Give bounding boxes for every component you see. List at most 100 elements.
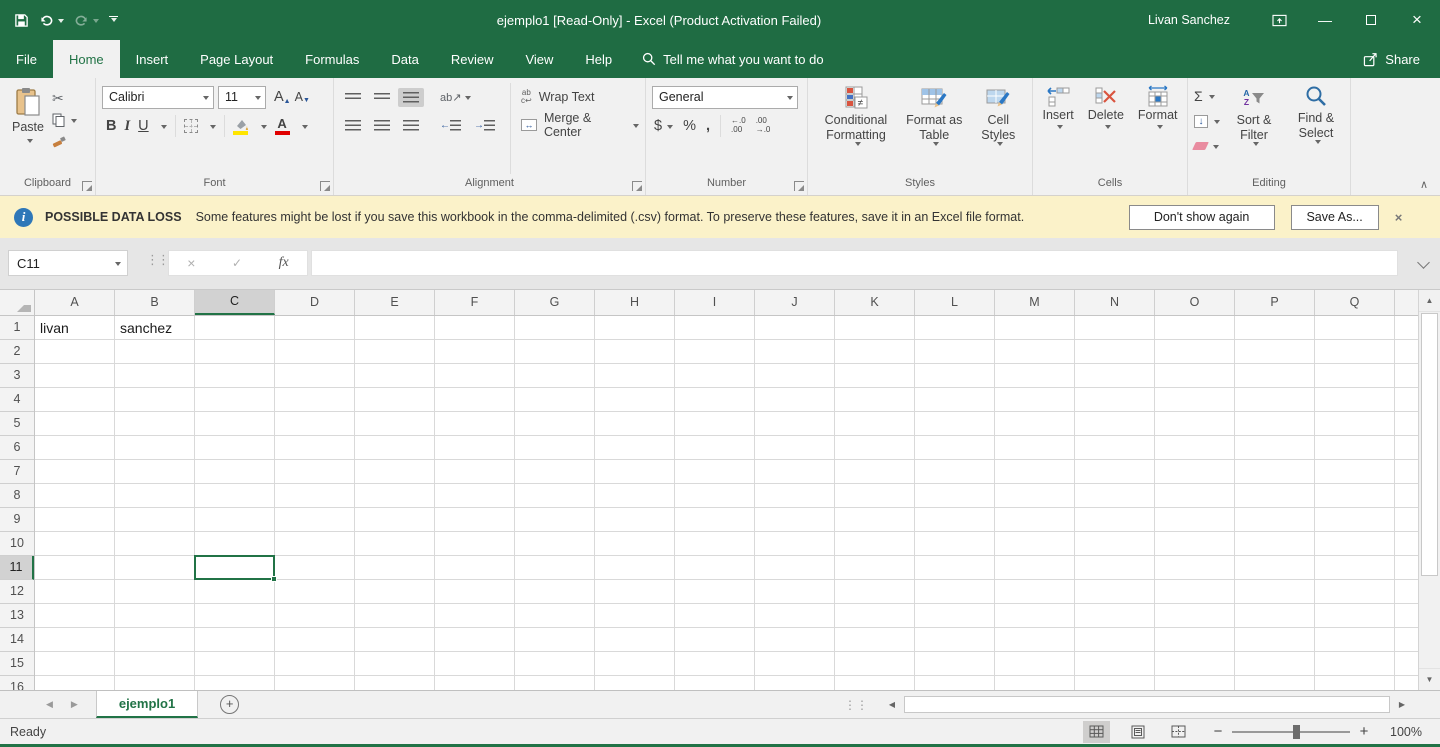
page-layout-view-button[interactable] [1124, 721, 1151, 743]
conditional-formatting-button[interactable]: ≠ Conditional Formatting [814, 83, 898, 174]
select-all-corner[interactable] [0, 290, 35, 316]
decrease-indent-button[interactable]: ← [435, 116, 466, 135]
row-header-6[interactable]: 6 [0, 436, 34, 460]
column-header-L[interactable]: L [915, 290, 995, 315]
row-header-12[interactable]: 12 [0, 580, 34, 604]
new-sheet-button[interactable]: + [220, 695, 240, 714]
horizontal-scrollbar[interactable]: ◀ ▶ [882, 695, 1412, 714]
undo-button[interactable] [39, 14, 64, 27]
collapse-ribbon-button[interactable]: ∧ [1420, 178, 1428, 191]
normal-view-button[interactable] [1083, 720, 1110, 743]
vertical-scrollbar[interactable]: ▲ ▼ [1418, 290, 1440, 690]
sheet-tab-ejemplo1[interactable]: ejemplo1 [95, 691, 199, 718]
ribbon-tab-page-layout[interactable]: Page Layout [184, 40, 289, 78]
increase-decimal-button[interactable]: ←.0.00 [731, 116, 746, 135]
column-header-N[interactable]: N [1075, 290, 1155, 315]
accounting-format-button[interactable]: $ [654, 118, 662, 134]
top-align-button[interactable] [340, 89, 366, 105]
formula-bar-resize-handle[interactable]: ⋮⋮ [146, 252, 170, 268]
wrap-text-button[interactable]: ab c↩ Wrap Text [521, 83, 639, 111]
selected-cell-C11[interactable] [194, 555, 277, 582]
ribbon-tab-help[interactable]: Help [569, 40, 628, 78]
column-header-E[interactable]: E [355, 290, 435, 315]
save-as-button[interactable]: Save As... [1290, 204, 1379, 230]
user-name[interactable]: Livan Sanchez [1148, 13, 1230, 27]
format-cells-button[interactable]: Format [1133, 83, 1183, 174]
insert-function-button[interactable]: fx [279, 255, 289, 271]
increase-font-size-button[interactable]: A ▲ [274, 89, 291, 105]
font-color-button[interactable]: A [274, 117, 290, 135]
row-header-10[interactable]: 10 [0, 532, 34, 556]
scroll-right-icon[interactable]: ▶ [1392, 695, 1412, 714]
number-format-select[interactable]: General [652, 85, 798, 109]
column-header-D[interactable]: D [275, 290, 355, 315]
column-header-K[interactable]: K [835, 290, 915, 315]
row-header-5[interactable]: 5 [0, 412, 34, 436]
row-header-8[interactable]: 8 [0, 484, 34, 508]
accounting-dropdown[interactable] [667, 124, 674, 132]
zoom-slider[interactable] [1232, 724, 1350, 739]
clear-button[interactable] [1192, 135, 1220, 157]
insert-cells-button[interactable]: Insert [1038, 83, 1079, 174]
copy-button[interactable] [52, 109, 77, 131]
ribbon-tab-file[interactable]: File [0, 40, 53, 78]
fill-handle[interactable] [271, 576, 277, 582]
column-header-H[interactable]: H [595, 290, 675, 315]
save-icon[interactable] [14, 13, 29, 28]
format-painter-button[interactable] [52, 131, 77, 153]
font-name-select[interactable]: Calibri [102, 85, 214, 109]
close-button[interactable]: × [1394, 0, 1440, 40]
decrease-decimal-button[interactable]: .00 →.0 [756, 116, 771, 135]
column-header-G[interactable]: G [515, 290, 595, 315]
comma-style-button[interactable]: , [706, 118, 710, 134]
number-dialog-launcher[interactable] [794, 181, 804, 191]
column-header-J[interactable]: J [755, 290, 835, 315]
column-header-M[interactable]: M [995, 290, 1075, 315]
borders-dropdown[interactable] [209, 124, 216, 132]
italic-button[interactable]: I [124, 118, 130, 135]
zoom-in-button[interactable]: + [1352, 723, 1376, 740]
share-button[interactable]: Share [1363, 40, 1440, 78]
formula-input[interactable] [311, 250, 1398, 276]
row-header-2[interactable]: 2 [0, 340, 34, 364]
decrease-font-size-button[interactable]: A ▼ [295, 90, 310, 104]
font-color-dropdown[interactable] [301, 124, 308, 132]
expand-formula-bar-icon[interactable] [1417, 256, 1430, 269]
ribbon-tab-data[interactable]: Data [375, 40, 434, 78]
alignment-dialog-launcher[interactable] [632, 181, 642, 191]
percent-style-button[interactable]: % [683, 118, 696, 134]
cell-styles-button[interactable]: Cell Styles [971, 83, 1026, 174]
column-header-partial[interactable] [1395, 290, 1418, 315]
redo-button[interactable] [74, 14, 99, 27]
customize-quick-access-icon[interactable] [109, 15, 118, 25]
row-header-9[interactable]: 9 [0, 508, 34, 532]
format-as-table-button[interactable]: Format as Table [900, 83, 969, 174]
scroll-left-icon[interactable]: ◀ [882, 695, 902, 714]
ribbon-tab-formulas[interactable]: Formulas [289, 40, 375, 78]
ribbon-display-options-icon[interactable] [1256, 0, 1302, 40]
column-header-Q[interactable]: Q [1315, 290, 1395, 315]
zoom-out-button[interactable]: − [1206, 723, 1230, 740]
grid-cells[interactable]: livan sanchez [35, 316, 1418, 690]
row-header-15[interactable]: 15 [0, 652, 34, 676]
bottom-align-button[interactable] [398, 87, 424, 107]
sheet-prev-icon[interactable]: ◀ [46, 699, 53, 710]
clipboard-dialog-launcher[interactable] [82, 181, 92, 191]
cut-button[interactable]: ✂ [52, 87, 77, 109]
fill-color-button[interactable] [233, 118, 249, 135]
scroll-down-icon[interactable]: ▼ [1419, 668, 1440, 690]
scroll-up-icon[interactable]: ▲ [1419, 290, 1440, 312]
column-header-B[interactable]: B [115, 290, 195, 315]
cell-B1[interactable]: sanchez [115, 316, 195, 340]
align-right-button[interactable] [398, 116, 424, 135]
minimize-button[interactable]: — [1302, 0, 1348, 40]
cell-A1[interactable]: livan [35, 316, 115, 340]
merge-center-button[interactable]: ↔ Merge & Center [521, 111, 639, 139]
find-select-button[interactable]: Find & Select [1288, 83, 1344, 174]
vertical-scroll-thumb[interactable] [1421, 313, 1438, 576]
zoom-slider-handle[interactable] [1293, 724, 1301, 739]
align-left-button[interactable] [340, 116, 366, 135]
fill-button[interactable]: ↓ [1194, 110, 1220, 132]
row-header-16[interactable]: 16 [0, 676, 34, 690]
row-header-13[interactable]: 13 [0, 604, 34, 628]
